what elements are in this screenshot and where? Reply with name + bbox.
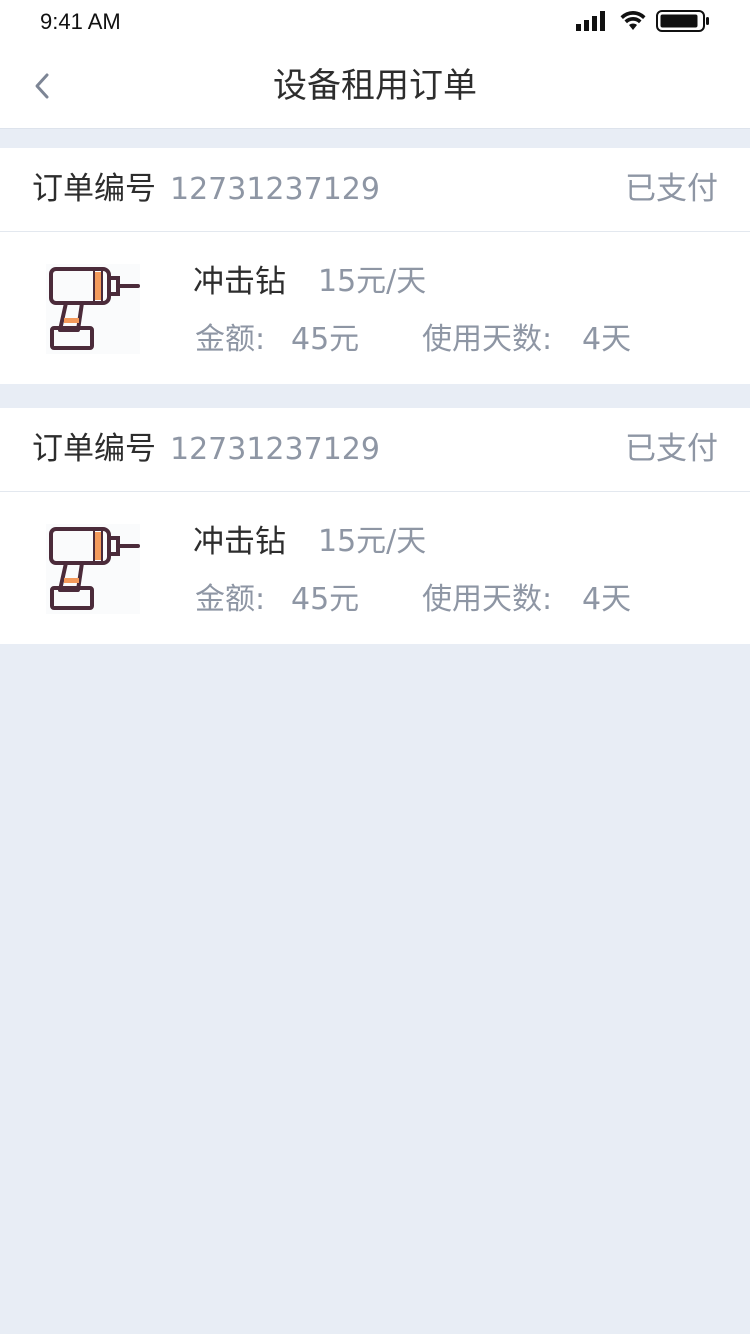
status-bar: 9:41 AM [0,0,750,44]
wifi-icon [620,11,646,30]
days-value: 4天 [582,322,632,357]
order-status: 已支付 [625,171,718,207]
drill-icon [49,267,140,350]
amount-value: 45元 [291,322,360,357]
status-icons [576,8,710,34]
drill-icon [49,527,140,610]
days-label: 使用天数: [422,582,553,617]
product-price: 15元/天 [318,524,427,559]
back-button[interactable] [22,64,62,108]
order-status: 已支付 [625,431,718,467]
product-image [46,264,140,354]
order-number: 12731237129 [170,172,380,207]
order-header: 订单编号 12731237129 已支付 [0,148,750,232]
order-card[interactable]: 订单编号 12731237129 已支付 冲击钻 15元/天 金额: 45元 使… [0,148,750,384]
amount-label: 金额: [195,582,266,617]
order-list: 订单编号 12731237129 已支付 冲击钻 15元/天 金额: 45元 使… [0,148,750,668]
order-number-label: 订单编号 [32,171,156,207]
battery-icon [656,10,709,32]
amount-label: 金额: [195,322,266,357]
days-label: 使用天数: [422,322,553,357]
product-image [46,524,140,614]
order-header: 订单编号 12731237129 已支付 [0,408,750,492]
order-number-label: 订单编号 [32,431,156,467]
signal-icon [576,11,605,31]
chevron-left-icon [35,73,49,99]
amount-value: 45元 [291,582,360,617]
nav-bar: 设备租用订单 [0,44,750,129]
product-name: 冲击钻 [193,264,286,300]
order-body: 冲击钻 15元/天 金额: 45元 使用天数: 4天 [0,232,750,384]
product-price: 15元/天 [318,264,427,299]
status-time: 9:41 AM [40,9,121,34]
order-body: 冲击钻 15元/天 金额: 45元 使用天数: 4天 [0,492,750,644]
page-title: 设备租用订单 [273,66,477,106]
order-card[interactable]: 订单编号 12731237129 已支付 冲击钻 15元/天 金额: 45元 使… [0,408,750,644]
days-value: 4天 [582,582,632,617]
order-number: 12731237129 [170,432,380,467]
product-name: 冲击钻 [193,524,286,560]
